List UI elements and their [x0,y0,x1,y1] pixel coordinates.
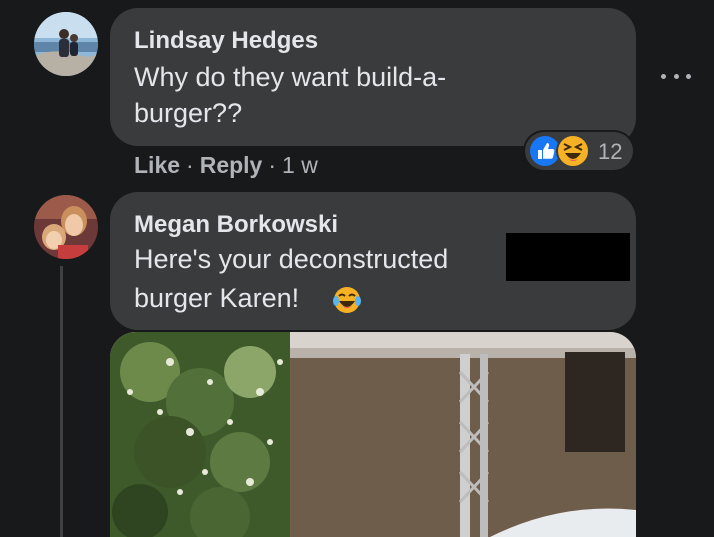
comment-timestamp[interactable]: 1 w [282,152,318,178]
comment-author[interactable]: Lindsay Hedges [134,27,318,55]
like-button[interactable]: Like [134,152,180,178]
more-options-icon[interactable] [661,70,691,82]
comment-text-line: burger Karen! [134,283,300,313]
separator-dot: · [268,152,277,178]
dot-icon [686,73,691,79]
separator-dot: · [186,152,194,178]
dot-icon [661,73,666,79]
comment-text-line: burger?? [134,98,243,128]
avatar-megan-borkowski[interactable] [34,195,98,259]
reactions-count: 12 [598,139,623,164]
avatar-lindsay-hedges[interactable] [34,12,98,76]
reactions-summary[interactable]: 12 [525,132,633,170]
reply-thread-line [60,266,63,537]
laughing-tears-emoji-icon [333,287,361,313]
reply-button[interactable]: Reply [200,152,263,178]
haha-reaction-icon [556,134,590,168]
comment-author[interactable]: Megan Borkowski [134,211,338,239]
comment-text-line: Here's your deconstructed [134,244,449,274]
comment-actions: Like · Reply · 1 w [134,152,318,179]
redaction-box [506,233,630,281]
comment-text-line: Why do they want build-a- [134,62,447,92]
comment-photo-attachment[interactable] [110,332,636,537]
dot-icon [673,73,679,79]
